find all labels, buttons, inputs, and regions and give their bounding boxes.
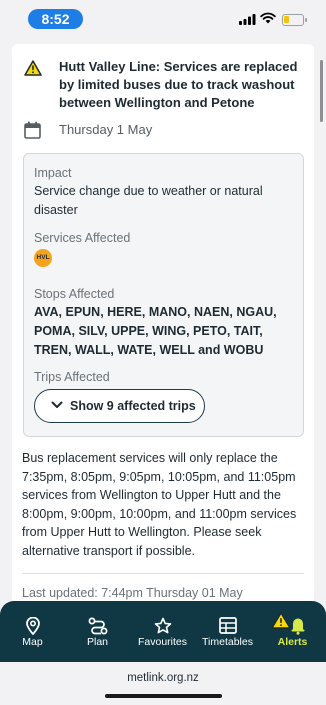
stops-affected-label: Stops Affected <box>34 287 115 301</box>
services-affected-label: Services Affected <box>34 231 131 245</box>
chevron-down-icon <box>51 401 63 408</box>
wifi-icon <box>260 12 276 24</box>
browser-address-bar[interactable]: metlink.org.nz <box>0 662 326 705</box>
tab-alerts-label: Alerts <box>277 636 308 648</box>
divider <box>22 573 304 574</box>
tab-plan-label: Plan <box>86 636 108 648</box>
timetable-icon <box>218 617 237 634</box>
cellular-signal-icon <box>239 14 256 25</box>
tab-alerts[interactable]: Alerts <box>260 601 325 662</box>
status-bar: 8:52 <box>0 0 326 38</box>
map-pin-icon <box>25 617 40 635</box>
show-affected-trips-button[interactable]: Show 9 affected trips <box>34 389 205 423</box>
stops-affected-value: AVA, EPUN, HERE, MANO, NAEN, NGAU, POMA,… <box>34 305 277 357</box>
tab-timetables-label: Timetables <box>202 636 253 648</box>
show-affected-trips-label: Show 9 affected trips <box>70 399 196 413</box>
warning-icon <box>24 60 42 76</box>
trips-affected-label: Trips Affected <box>34 370 110 384</box>
tab-timetables[interactable]: Timetables <box>195 601 260 662</box>
scrollbar[interactable] <box>320 60 323 122</box>
alert-bell-icon <box>271 612 305 635</box>
battery-icon <box>282 14 307 26</box>
last-updated: Last updated: 7:44pm Thursday 01 May <box>22 586 243 600</box>
star-icon <box>154 617 171 634</box>
hvl-service-badge[interactable]: HVL <box>34 249 52 267</box>
home-indicator[interactable] <box>105 694 222 698</box>
impact-value: Service change due to weather or natural… <box>34 184 263 217</box>
tab-plan[interactable]: Plan <box>65 601 130 662</box>
route-icon <box>88 617 107 635</box>
alert-card: Hutt Valley Line: Services are replaced … <box>12 44 314 604</box>
alert-details-box: Impact Service change due to weather or … <box>23 153 304 437</box>
impact-label: Impact <box>34 166 72 180</box>
tab-map-label: Map <box>22 636 43 648</box>
status-time: 8:52 <box>28 9 83 29</box>
tab-favourites-label: Favourites <box>137 636 188 648</box>
url-text: metlink.org.nz <box>127 672 199 684</box>
tab-map[interactable]: Map <box>0 601 65 662</box>
alert-title: Hutt Valley Line: Services are replaced … <box>59 59 298 110</box>
bottom-tab-bar: Map Plan Favourites Timetables Alerts <box>0 601 326 662</box>
calendar-icon <box>24 121 41 139</box>
alert-date: Thursday 1 May <box>59 122 153 137</box>
tab-favourites[interactable]: Favourites <box>130 601 195 662</box>
alert-description: Bus replacement services will only repla… <box>22 451 297 558</box>
